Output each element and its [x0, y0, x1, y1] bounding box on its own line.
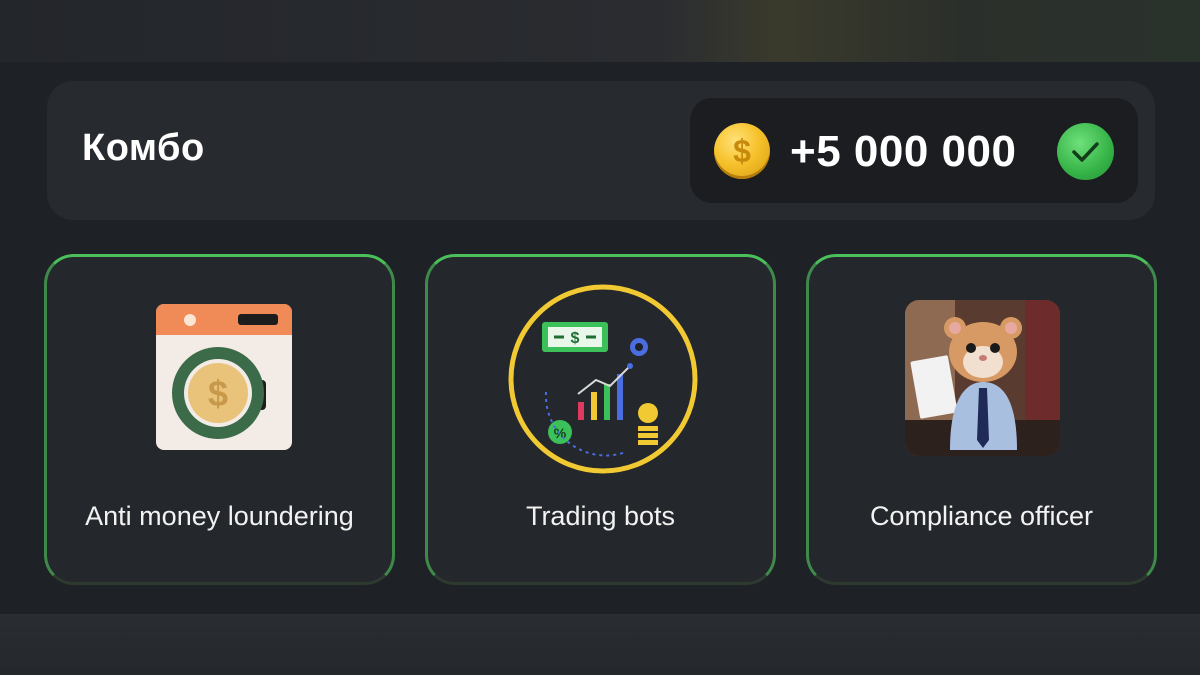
combo-card-compliance-officer[interactable]: Compliance officer [806, 254, 1157, 585]
top-background-strip [0, 0, 1200, 62]
combo-header: Комбо $ +5 000 000 [47, 81, 1155, 220]
combo-reward-box: $ +5 000 000 [690, 98, 1138, 203]
combo-title: Комбо [82, 127, 205, 169]
svg-text:$: $ [571, 330, 580, 347]
card-label: Trading bots [525, 501, 676, 531]
check-circle-icon [1057, 123, 1114, 180]
dollar-coin-icon: $ [714, 123, 770, 179]
combo-card-trading-bots[interactable]: $ % Trading bots [425, 254, 776, 585]
card-label: Anti money loundering [85, 501, 354, 531]
trading-chart-icon: $ % [506, 282, 700, 476]
combo-card-anti-money-laundering[interactable]: $ Anti money loundering [44, 254, 395, 585]
svg-text:$: $ [208, 373, 228, 414]
combo-reward-amount: +5 000 000 [790, 127, 1017, 176]
washing-machine-dollar-icon: $ [150, 302, 296, 462]
bottom-background-strip [0, 614, 1200, 675]
hamster-officer-image [905, 300, 1060, 456]
card-label: Compliance officer [869, 501, 1094, 531]
